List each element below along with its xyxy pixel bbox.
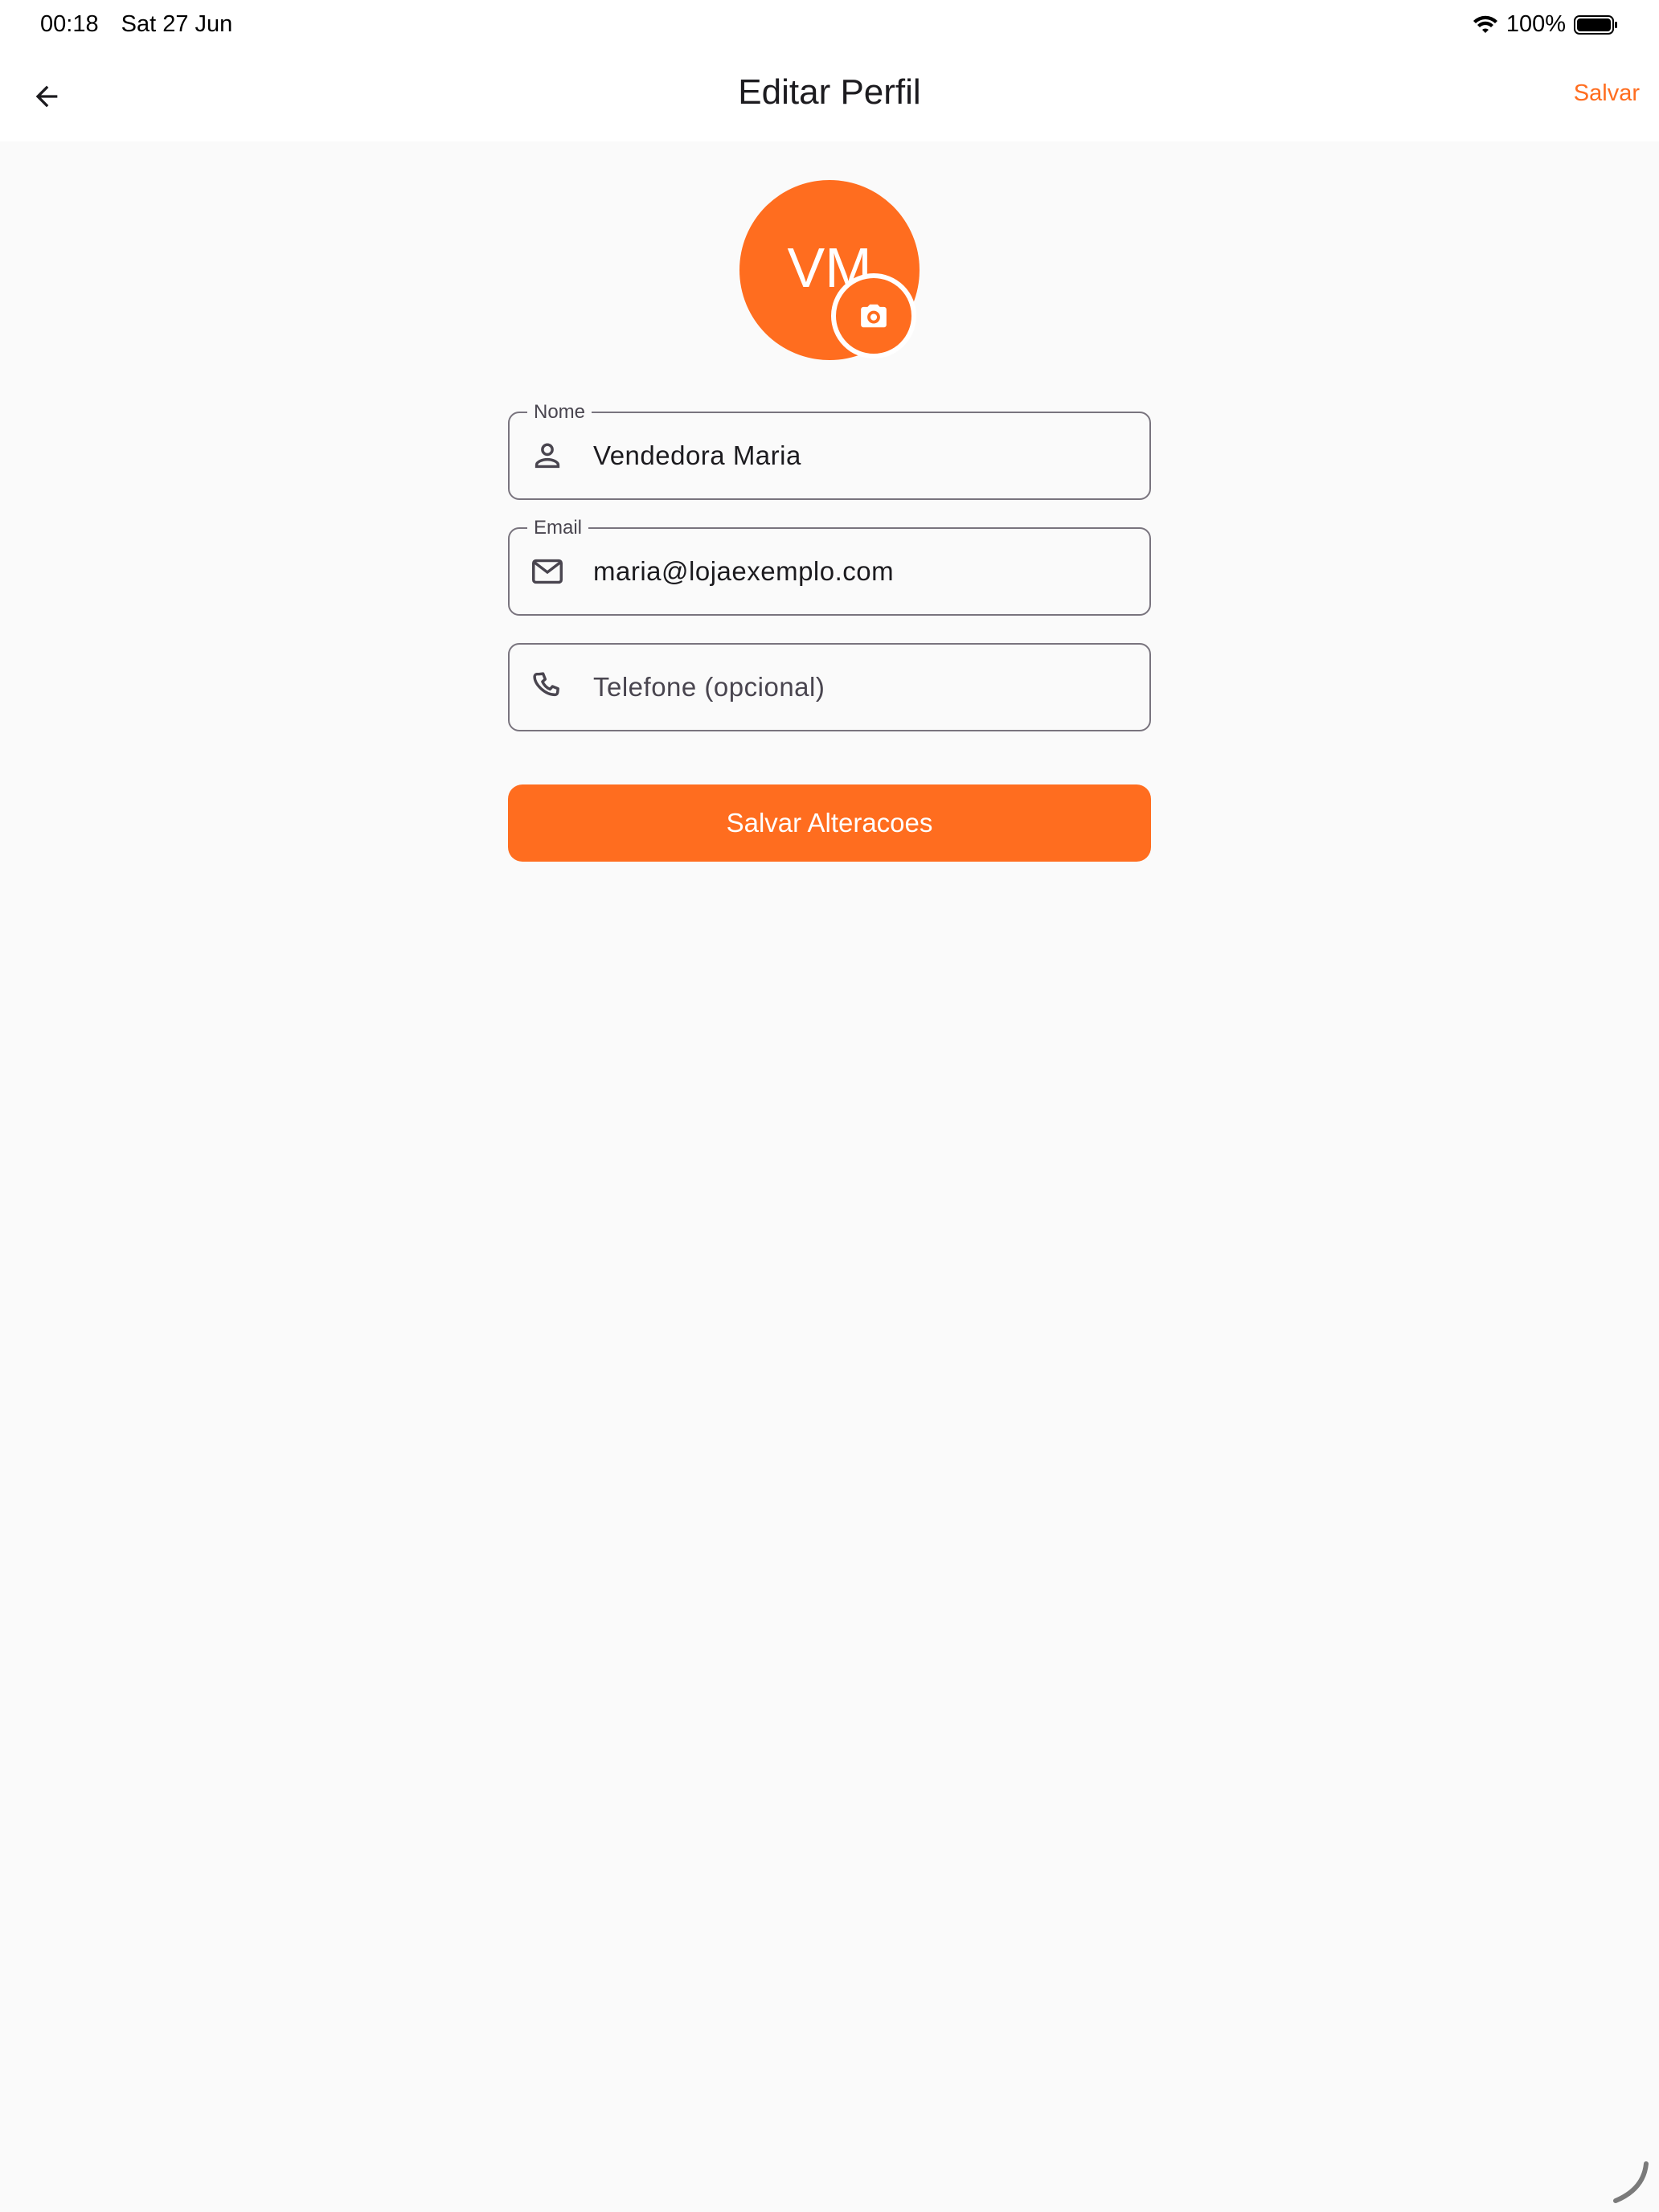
save-changes-button[interactable]: Salvar Alteracoes [508, 784, 1151, 862]
phone-field [508, 643, 1151, 731]
phone-input[interactable] [593, 645, 1133, 730]
email-field: Email [508, 517, 1151, 616]
status-date: Sat 27 Jun [121, 11, 233, 37]
name-field: Nome [508, 401, 1151, 500]
status-bar: 00:18 Sat 27 Jun 100% [0, 0, 1659, 53]
name-input[interactable] [593, 413, 1133, 498]
status-indicators: 100% [1473, 11, 1619, 38]
status-time-date: 00:18 Sat 27 Jun [40, 11, 232, 38]
camera-icon [861, 304, 887, 328]
change-photo-button[interactable] [831, 273, 916, 358]
status-time: 00:18 [40, 11, 99, 37]
battery-percent: 100% [1505, 11, 1566, 37]
loading-indicator-icon [1613, 2161, 1649, 2203]
email-input[interactable] [593, 529, 1133, 614]
save-button[interactable]: Salvar [1574, 80, 1640, 107]
battery-icon [1574, 14, 1617, 35]
wifi-icon [1473, 15, 1497, 33]
mail-icon [529, 553, 566, 590]
phone-icon [529, 669, 566, 706]
app-bar: Editar Perfil Salvar [0, 53, 1659, 141]
person-icon [529, 437, 566, 474]
page-title: Editar Perfil [738, 72, 921, 112]
email-field-label: Email [527, 517, 589, 539]
name-field-label: Nome [527, 401, 592, 424]
